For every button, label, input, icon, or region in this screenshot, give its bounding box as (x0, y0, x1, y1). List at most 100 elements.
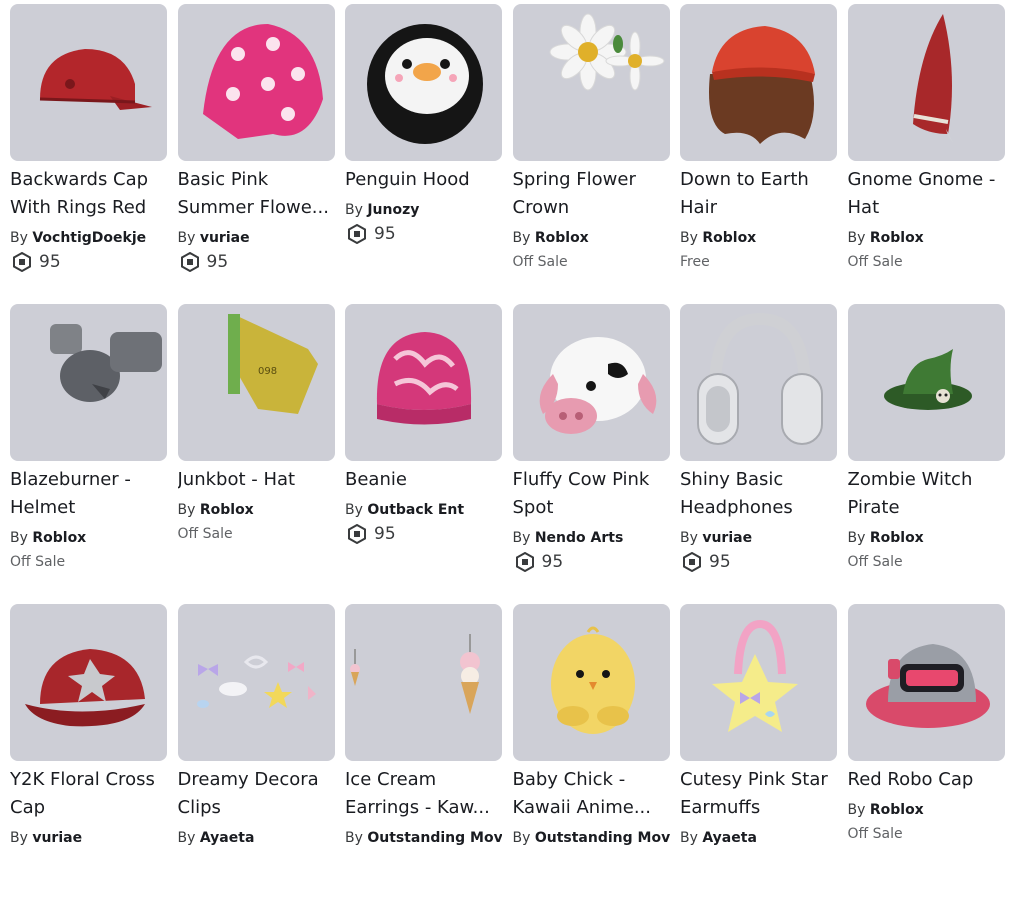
creator-link[interactable]: Ayaeta (200, 830, 255, 846)
item-thumbnail[interactable] (680, 4, 837, 161)
creator-link[interactable]: Outstanding Move (367, 830, 502, 846)
pink-bandana-icon (202, 24, 323, 139)
item-thumbnail[interactable] (847, 304, 1005, 461)
item-card[interactable]: Cutesy Pink Star Earmuffs By Ayaeta (680, 604, 837, 904)
creator-link[interactable]: Roblox (535, 230, 589, 246)
item-thumbnail[interactable] (177, 4, 335, 161)
item-card[interactable]: Shiny Basic Headphones By vuriae 95 (680, 304, 837, 604)
item-price: 95 (680, 551, 837, 573)
item-thumbnail[interactable] (345, 4, 502, 161)
item-thumbnail[interactable] (680, 604, 837, 761)
item-thumbnail[interactable] (512, 604, 670, 761)
item-thumbnail[interactable] (10, 604, 167, 761)
item-title[interactable]: Baby Chick - Kawaii Anime... (513, 766, 670, 822)
item-title[interactable]: Basic Pink Summer Flowe... (178, 166, 335, 222)
item-creator: By VochtigDoekje (10, 230, 147, 246)
item-title[interactable]: Backwards Cap With Rings Red (10, 166, 167, 222)
item-title[interactable]: Junkbot - Hat (178, 466, 335, 494)
item-status: Off Sale (10, 554, 66, 570)
creator-link[interactable]: vuriae (702, 530, 752, 546)
item-thumbnail[interactable] (512, 4, 670, 161)
item-thumbnail[interactable] (512, 304, 670, 461)
item-creator: By Roblox (847, 530, 924, 546)
creator-link[interactable]: Roblox (870, 530, 924, 546)
creator-link[interactable]: Outstanding Move (535, 830, 670, 846)
item-title[interactable]: Gnome Gnome - Hat (848, 166, 1005, 222)
item-status: Free (680, 254, 710, 270)
item-card[interactable]: Fluffy Cow Pink Spot By Nendo Arts 95 (512, 304, 670, 604)
item-card[interactable]: Gnome Gnome - Hat By Roblox Off Sale (847, 4, 1005, 304)
item-thumbnail[interactable] (345, 304, 502, 461)
item-card[interactable]: Red Robo Cap By Roblox Off Sale (847, 604, 1005, 904)
item-title[interactable]: Shiny Basic Headphones (680, 466, 837, 522)
item-creator: By Outback Ent (345, 502, 465, 518)
price-value: 95 (709, 552, 731, 572)
creator-link[interactable]: Roblox (870, 802, 924, 818)
pink-beanie-icon (376, 332, 472, 425)
item-card[interactable]: Down to Earth Hair By Roblox Free (680, 4, 837, 304)
item-card[interactable]: 098 Junkbot - Hat By Roblox Off Sale (177, 304, 335, 604)
item-thumbnail[interactable] (847, 604, 1005, 761)
item-card[interactable]: Blazeburner - Helmet By Roblox Off Sale (10, 304, 167, 604)
item-creator: By Outstanding Move (345, 828, 502, 848)
item-card[interactable]: Basic Pink Summer Flowe... By vuriae 95 (177, 4, 335, 304)
creator-link[interactable]: Roblox (32, 530, 86, 546)
creator-link[interactable]: vuriae (200, 230, 250, 246)
item-thumbnail[interactable] (345, 604, 502, 761)
creator-link[interactable]: Outback Ent (367, 502, 464, 518)
junkbot-hat-icon: 098 (227, 314, 318, 414)
item-creator: By Roblox (847, 230, 924, 246)
item-status: Off Sale (512, 254, 568, 270)
red-cap-icon (39, 49, 152, 110)
item-card[interactable]: Zombie Witch Pirate By Roblox Off Sale (847, 304, 1005, 604)
item-title[interactable]: Dreamy Decora Clips (178, 766, 335, 822)
robo-cap-icon (865, 644, 990, 728)
item-title[interactable]: Down to Earth Hair (680, 166, 837, 222)
item-creator: By Outstanding Move (513, 828, 670, 848)
item-title[interactable]: Ice Cream Earrings - Kaw... (345, 766, 502, 822)
item-card[interactable]: Beanie By Outback Ent 95 (345, 304, 502, 604)
item-title[interactable]: Fluffy Cow Pink Spot (513, 466, 670, 522)
item-title[interactable]: Cutesy Pink Star Earmuffs (680, 766, 837, 822)
item-price: 95 (513, 551, 670, 573)
robux-icon (180, 252, 199, 272)
creator-link[interactable]: VochtigDoekje (32, 230, 146, 246)
item-thumbnail[interactable] (177, 604, 335, 761)
item-thumbnail[interactable] (680, 304, 837, 461)
creator-link[interactable]: vuriae (32, 830, 82, 846)
creator-link[interactable]: Nendo Arts (535, 530, 623, 546)
item-title[interactable]: Beanie (345, 466, 502, 494)
item-title[interactable]: Penguin Hood (345, 166, 502, 194)
creator-link[interactable]: Ayaeta (702, 830, 757, 846)
item-thumbnail[interactable] (847, 4, 1005, 161)
item-card[interactable]: Dreamy Decora Clips By Ayaeta (177, 604, 335, 904)
creator-link[interactable]: Roblox (702, 230, 756, 246)
item-card[interactable]: Backwards Cap With Rings Red By VochtigD… (10, 4, 167, 304)
item-card[interactable]: Spring Flower Crown By Roblox Off Sale (512, 4, 670, 304)
item-card[interactable]: Baby Chick - Kawaii Anime... By Outstand… (512, 604, 670, 904)
item-thumbnail[interactable] (10, 4, 167, 161)
item-thumbnail[interactable] (10, 304, 167, 461)
item-thumbnail[interactable]: 098 (177, 304, 335, 461)
creator-link[interactable]: Roblox (200, 502, 254, 518)
item-title[interactable]: Zombie Witch Pirate (848, 466, 1005, 522)
hair-clips-icon (196, 655, 316, 708)
penguin-hood-icon (367, 24, 483, 144)
robux-icon (348, 524, 366, 544)
item-price: 95 (345, 223, 502, 245)
creator-link[interactable]: Junozy (367, 202, 419, 218)
item-card[interactable]: Y2K Floral Cross Cap By vuriae (10, 604, 167, 904)
creator-link[interactable]: Roblox (870, 230, 924, 246)
price-value: 95 (206, 252, 229, 272)
svg-text:098: 098 (258, 366, 277, 377)
item-title[interactable]: Blazeburner - Helmet (10, 466, 167, 522)
robux-icon (348, 224, 366, 244)
item-title[interactable]: Spring Flower Crown (513, 166, 670, 222)
item-creator: By Nendo Arts (512, 530, 624, 546)
item-card[interactable]: Ice Cream Earrings - Kaw... By Outstandi… (345, 604, 502, 904)
ice-cream-earrings-icon (350, 634, 480, 714)
price-value: 95 (374, 524, 396, 544)
item-title[interactable]: Red Robo Cap (848, 766, 1005, 794)
item-card[interactable]: Penguin Hood By Junozy 95 (345, 4, 502, 304)
item-title[interactable]: Y2K Floral Cross Cap (10, 766, 167, 822)
